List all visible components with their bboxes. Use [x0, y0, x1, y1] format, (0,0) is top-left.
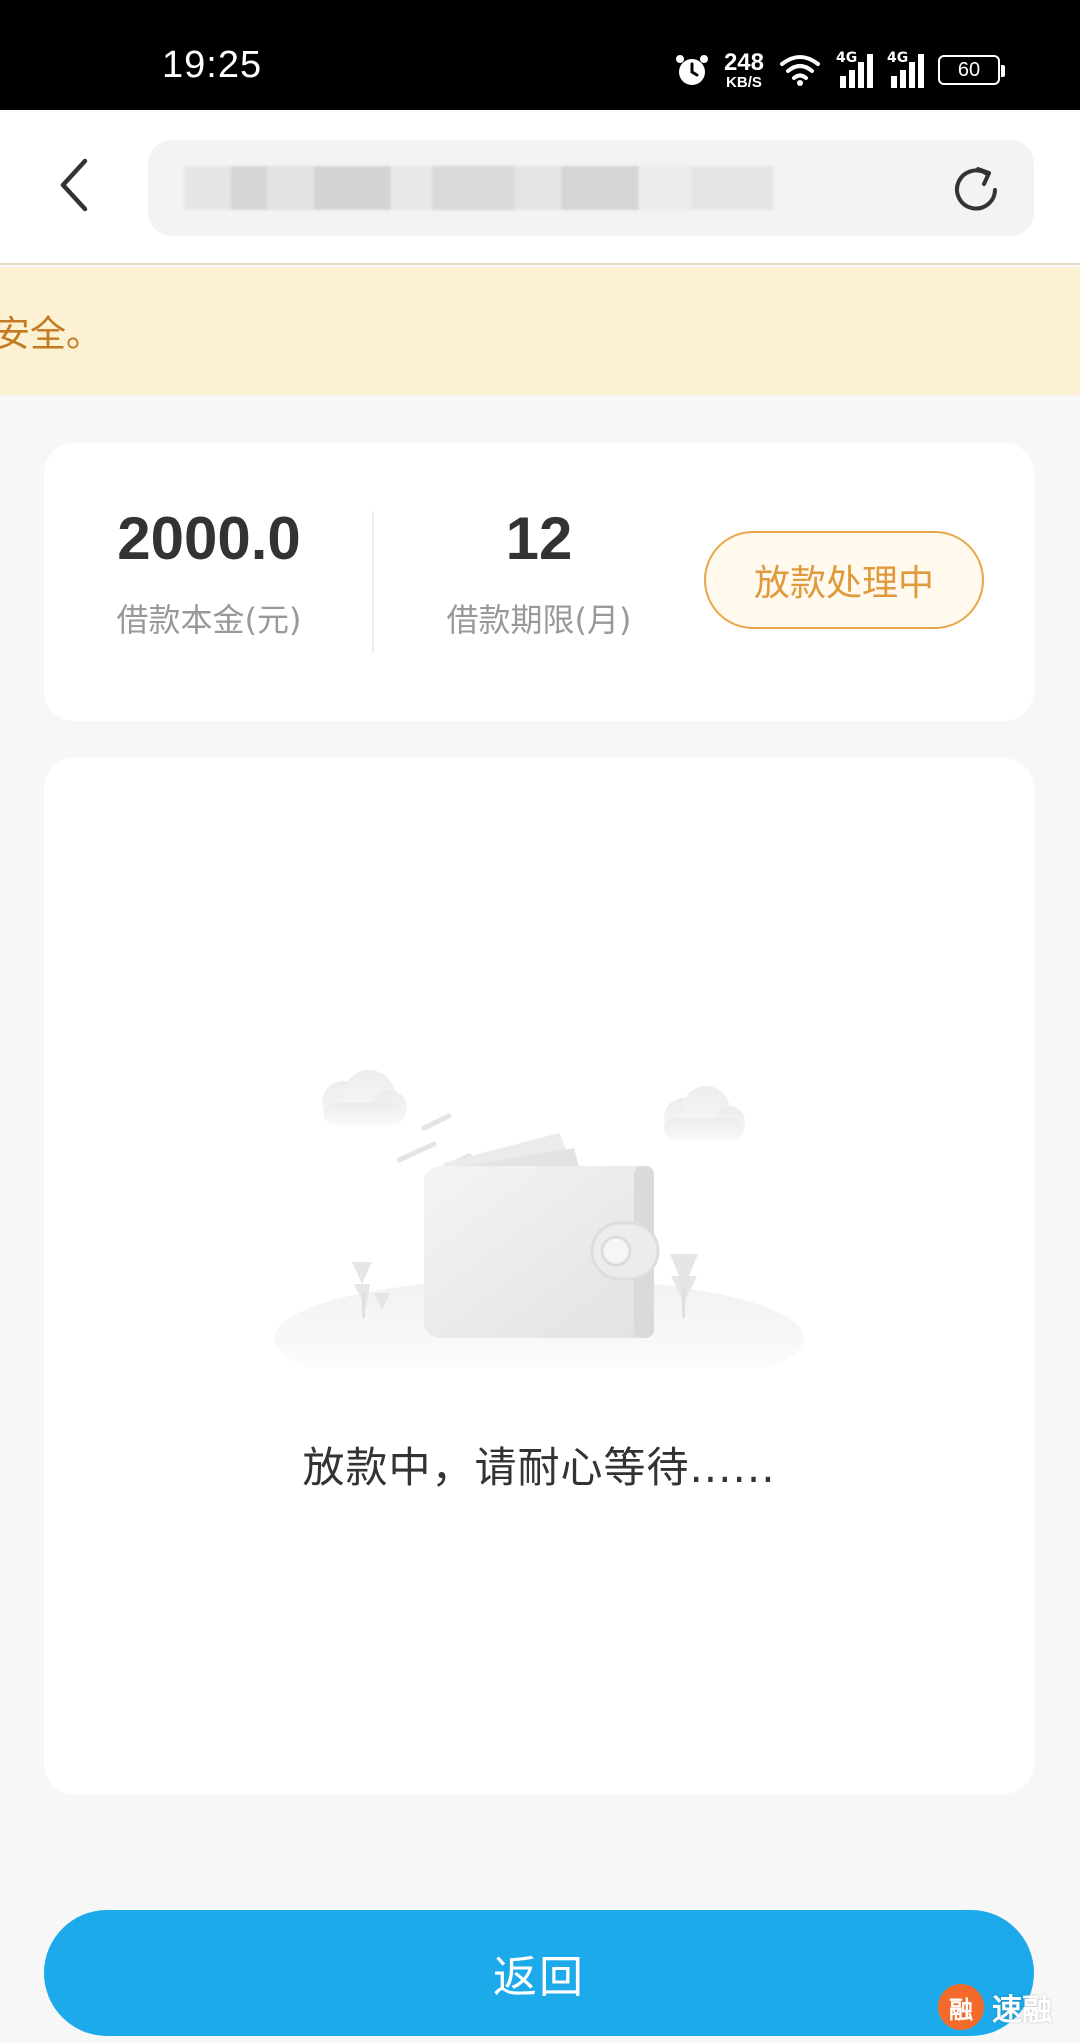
- waiting-message: 放款中，请耐心等待......: [302, 1443, 776, 1492]
- loan-principal-value: 2000.0: [117, 505, 301, 572]
- signal-icon-2: 4G: [887, 50, 924, 88]
- alarm-icon: [675, 55, 708, 85]
- stat-divider: [372, 511, 374, 653]
- watermark-logo: 融: [938, 1984, 984, 2030]
- address-bar[interactable]: [148, 140, 1034, 236]
- status-content-card: 放款中，请耐心等待......: [44, 758, 1034, 1794]
- network-speed-unit: KB/S: [726, 73, 762, 91]
- refresh-icon: [955, 167, 997, 211]
- wifi-icon: [780, 55, 820, 86]
- status-time: 19:25: [162, 44, 263, 86]
- watermark-text: 速融: [992, 1993, 1052, 2028]
- signal-2-label: 4G: [887, 50, 909, 66]
- page: 19:25 248 KB/S 4G 4G 60 安全。 2000.0 借款本金(…: [0, 0, 1080, 2043]
- status-icons: 248 KB/S 4G 4G 60: [674, 48, 1005, 92]
- loan-status-badge: 放款处理中: [704, 531, 984, 629]
- notice-banner: 安全。: [0, 267, 1080, 395]
- watermark: 融 速融: [938, 1984, 1052, 2030]
- loan-principal-label: 借款本金(元): [116, 601, 302, 639]
- signal-1-label: 4G: [836, 50, 858, 66]
- url-redacted: [184, 166, 774, 210]
- battery-icon: 60: [938, 55, 1005, 85]
- refresh-button[interactable]: [946, 160, 1006, 220]
- back-button[interactable]: [44, 150, 104, 220]
- loan-term-value: 12: [505, 505, 573, 572]
- loan-term-label: 借款期限(月): [446, 601, 632, 639]
- status-bar: 19:25 248 KB/S 4G 4G 60: [0, 0, 1080, 110]
- battery-level: 60: [957, 58, 981, 81]
- signal-icon-1: 4G: [836, 50, 873, 88]
- wallet-illustration: [274, 1070, 804, 1368]
- network-speed-value: 248: [723, 48, 764, 76]
- return-button[interactable]: 返回: [44, 1910, 1034, 2036]
- loan-summary-card: 2000.0 借款本金(元) 12 借款期限(月) 放款处理中: [44, 443, 1034, 721]
- chevron-left-icon: [60, 158, 88, 212]
- loan-term: 12 借款期限(月): [399, 509, 679, 641]
- nav-bar: [0, 110, 1080, 265]
- loan-principal: 2000.0 借款本金(元): [69, 509, 349, 641]
- network-speed: 248 KB/S: [723, 48, 764, 91]
- notice-text: 安全。: [0, 314, 103, 355]
